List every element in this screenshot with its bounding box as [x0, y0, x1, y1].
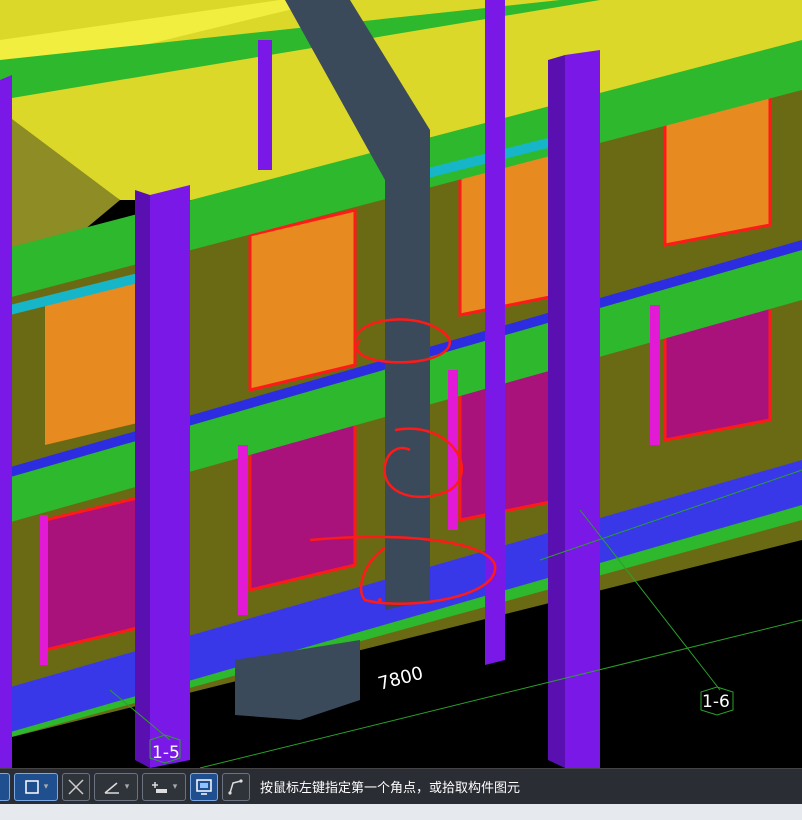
axis-label-1-6: 1-6: [702, 692, 730, 712]
polyline-icon: [228, 778, 243, 795]
3d-model-viewport[interactable]: 1-5 1-6 7800: [0, 0, 802, 768]
purple-column: [0, 75, 12, 768]
chevron-down-icon: ▾: [124, 781, 130, 792]
magenta-stud: [650, 305, 660, 445]
purple-stud: [258, 40, 272, 170]
opening-upper-2: [250, 210, 355, 390]
purple-column: [565, 50, 600, 768]
rectangle-select-button[interactable]: ▾: [14, 772, 58, 801]
monitor-icon: [196, 778, 212, 795]
building-model-drawing: 1-5 1-6 7800: [0, 0, 802, 768]
opening-lower-1: [45, 495, 150, 650]
chevron-down-icon: ▾: [43, 781, 49, 792]
offset-icon: [151, 781, 167, 793]
display-button[interactable]: [190, 772, 218, 801]
purple-column-side: [135, 190, 150, 768]
cross-select-button[interactable]: [62, 772, 90, 801]
select-mode-button[interactable]: [0, 772, 10, 801]
bottom-toolbar: ▾ ▾ ▾ 按鼠标左键指定第一个角点，或拾取构件图元: [0, 768, 802, 804]
command-prompt-text: 按鼠标左键指定第一个角点，或拾取构件图元: [260, 781, 521, 796]
polyline-button[interactable]: [222, 772, 250, 801]
offset-button[interactable]: ▾: [142, 772, 186, 801]
angle-icon: [104, 781, 119, 794]
status-bar: [0, 804, 802, 820]
purple-column-side: [548, 55, 565, 768]
cross-icon: [68, 778, 84, 795]
chevron-down-icon: ▾: [172, 781, 178, 792]
angle-snap-button[interactable]: ▾: [94, 772, 138, 801]
axis-label-1-5: 1-5: [152, 743, 180, 763]
magenta-stud: [238, 445, 248, 615]
rectangle-icon: [24, 779, 39, 794]
markup-dot: [378, 598, 382, 602]
dimension-label: 7800: [376, 663, 426, 695]
magenta-stud: [40, 515, 48, 665]
purple-column: [150, 185, 190, 768]
